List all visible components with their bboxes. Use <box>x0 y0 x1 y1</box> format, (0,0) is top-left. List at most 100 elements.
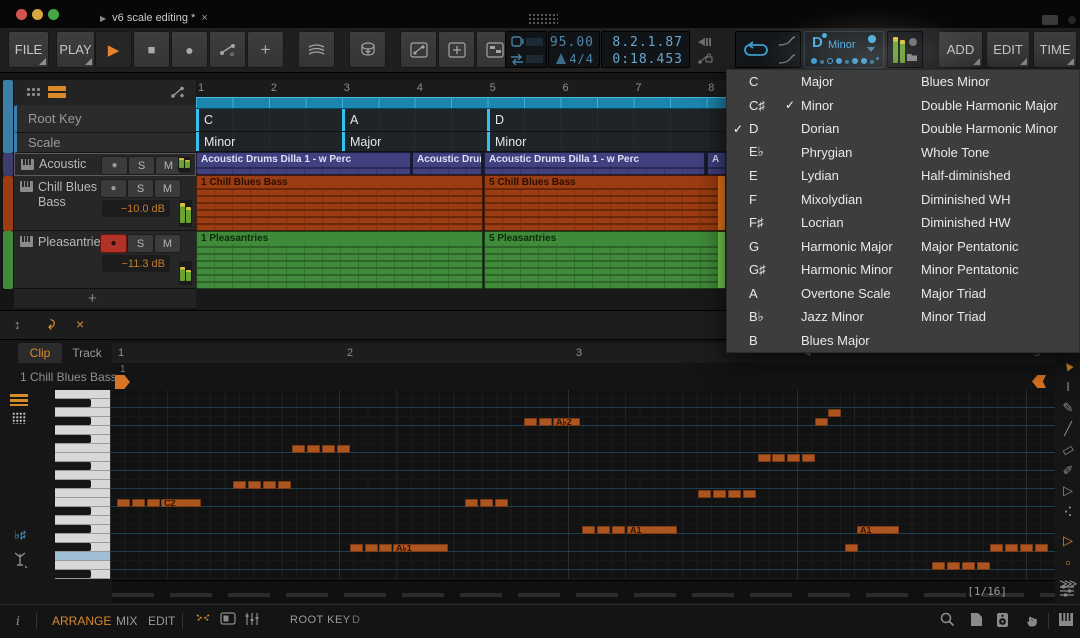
black-key[interactable] <box>55 417 91 425</box>
scale-event[interactable]: Minor <box>196 132 342 151</box>
menu-scale-item[interactable]: Phrygian <box>801 145 921 160</box>
window-close-button[interactable] <box>16 9 27 20</box>
add-time-button[interactable] <box>438 31 475 68</box>
grid-resolution-value[interactable]: [1/16] <box>967 585 1007 598</box>
midi-note[interactable] <box>263 481 276 489</box>
enharmonic-icon[interactable]: ♭♯ <box>10 528 30 542</box>
menu-key-item[interactable]: A <box>749 286 779 301</box>
menu-key-item[interactable]: C <box>749 74 779 89</box>
midi-note[interactable] <box>278 481 291 489</box>
swing-amount-box[interactable] <box>526 55 543 63</box>
tab-track[interactable]: Track <box>64 343 110 363</box>
midi-note[interactable] <box>1005 544 1018 552</box>
midi-note[interactable] <box>932 562 945 570</box>
solo-button[interactable]: S <box>127 234 154 253</box>
window-zoom-button[interactable] <box>48 9 59 20</box>
punch-in-icon[interactable] <box>695 34 713 48</box>
scale-name-value[interactable]: Minor <box>828 39 856 51</box>
view-arrange-button[interactable]: ARRANGE <box>52 614 111 628</box>
knife-tool[interactable]: ╱ <box>1059 421 1077 437</box>
arranger-loop-region[interactable] <box>196 97 726 109</box>
arranger-automation-button[interactable] <box>400 31 437 68</box>
time-panel-button[interactable]: TIME <box>1033 31 1077 68</box>
menu-key-item[interactable]: F♯ <box>749 215 779 230</box>
arranger-ruler[interactable]: 12345678 <box>196 80 726 98</box>
fade-in-icon[interactable] <box>778 36 796 47</box>
midi-note[interactable]: A♭1 <box>393 544 448 552</box>
browser-folder-icon[interactable] <box>906 52 918 62</box>
time-select-tool[interactable]: I <box>1059 379 1077 394</box>
root-key-event[interactable]: C <box>196 109 342 131</box>
root-key-lane-header[interactable]: Root Key <box>14 105 196 133</box>
black-key[interactable] <box>55 543 91 551</box>
metronome-icon[interactable] <box>556 53 566 64</box>
midi-note[interactable] <box>132 499 145 507</box>
menu-scale-item[interactable]: Minor <box>801 98 921 113</box>
follow-playback-icon[interactable]: ↷ <box>41 319 58 331</box>
white-key[interactable] <box>55 444 110 453</box>
midi-note[interactable] <box>292 445 305 453</box>
midi-note[interactable] <box>990 544 1003 552</box>
menu-scale-item[interactable]: Mixolydian <box>801 192 921 207</box>
black-key[interactable] <box>55 462 91 470</box>
note-grid[interactable]: C2A♭1A♭2A1A1 <box>110 390 1055 579</box>
midi-note[interactable] <box>147 499 160 507</box>
black-key[interactable] <box>55 480 91 488</box>
snap-toggle[interactable]: ▫ <box>1059 555 1077 570</box>
track-volume-value[interactable]: −11.3 dB <box>102 255 170 272</box>
midi-note[interactable] <box>612 526 625 534</box>
midi-note[interactable]: A1 <box>627 526 677 534</box>
loop-icon[interactable] <box>744 41 768 59</box>
automation-lock-icon[interactable] <box>697 52 713 65</box>
audible-toggle[interactable]: ◁ <box>1059 534 1077 550</box>
midi-note[interactable] <box>828 409 841 417</box>
record-arm-button[interactable]: ● <box>101 156 128 175</box>
groove-amount-box[interactable] <box>526 38 543 46</box>
editor-sub-ruler[interactable]: 1 <box>112 363 1055 390</box>
midi-note[interactable]: A♭2 <box>553 418 580 426</box>
midi-note[interactable] <box>1035 544 1048 552</box>
menu-scale-item-2[interactable]: Half-diminished <box>921 168 1079 183</box>
menu-scale-item-2[interactable]: Minor Triad <box>921 309 1079 324</box>
midi-note[interactable] <box>365 544 378 552</box>
menu-key-item[interactable]: G♯ <box>749 262 779 277</box>
midi-note[interactable] <box>480 499 493 507</box>
midi-note[interactable]: A1 <box>857 526 899 534</box>
menu-scale-item-2[interactable]: Diminished HW <box>921 215 1079 230</box>
track-header-acoustic[interactable]: Acoustic ● S M <box>14 153 196 176</box>
menu-scale-item[interactable]: Locrian <box>801 215 921 230</box>
menu-scale-item[interactable]: Dorian <box>801 121 921 136</box>
editing-clip-title[interactable]: 1 Chill Blues Bass <box>20 370 117 384</box>
solo-button[interactable]: S <box>127 179 154 198</box>
white-key[interactable] <box>55 489 110 498</box>
midi-note[interactable] <box>977 562 990 570</box>
midi-note[interactable] <box>495 499 508 507</box>
add-panel-button[interactable]: ADD <box>938 31 983 68</box>
midi-note[interactable] <box>597 526 610 534</box>
menu-scale-item-2[interactable]: Whole Tone <box>921 145 1079 160</box>
midi-note[interactable] <box>1020 544 1033 552</box>
arranger-clip[interactable]: 5 Chill Blues Bass <box>484 175 726 231</box>
play-menu-button[interactable]: PLAY <box>56 31 95 68</box>
arranger-clip[interactable]: Acoustic Drums Di <box>412 152 482 175</box>
automation-write-button[interactable]: w <box>209 31 246 68</box>
arranger-clip[interactable]: 1 Chill Blues Bass <box>196 175 483 231</box>
hand-pointer-icon[interactable] <box>1024 612 1040 627</box>
menu-scale-item[interactable]: Jazz Minor <box>801 309 921 324</box>
more-tools[interactable]: ⋙ <box>1059 576 1077 592</box>
info-icon[interactable]: i <box>16 614 20 628</box>
scale-event[interactable]: Major <box>342 132 487 151</box>
midi-note[interactable] <box>947 562 960 570</box>
midi-note[interactable] <box>465 499 478 507</box>
stop-button[interactable]: ■ <box>133 31 170 68</box>
scale-mode-dot[interactable] <box>868 35 876 43</box>
single-panel-icon[interactable] <box>220 612 236 625</box>
grid-view-icon[interactable] <box>26 87 40 97</box>
pointer-tool[interactable]: ▲ <box>1056 354 1079 377</box>
project-tab[interactable]: ▶ v6 scale editing * × <box>100 8 208 28</box>
midi-note[interactable] <box>845 544 858 552</box>
file-browser-icon[interactable] <box>970 612 983 627</box>
white-key[interactable] <box>55 516 110 525</box>
root-key-automation-lane[interactable]: CAD <box>196 109 726 132</box>
black-key[interactable] <box>55 435 91 443</box>
